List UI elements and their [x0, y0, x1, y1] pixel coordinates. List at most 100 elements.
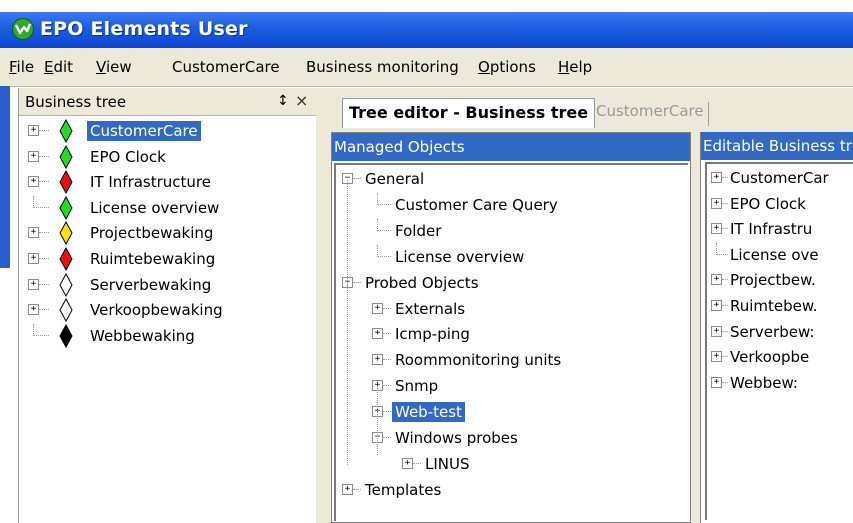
title-bar: EPO Elements User: [0, 12, 853, 48]
editable-tree-item[interactable]: License ove: [707, 242, 853, 269]
editable-tree-item[interactable]: + Projectbew.: [707, 268, 853, 294]
business-tree-item[interactable]: + Projectbewaking: [19, 221, 317, 247]
expand-icon[interactable]: +: [28, 227, 39, 239]
tab-customercare[interactable]: CustomerCare: [592, 102, 709, 126]
menu-customercare[interactable]: CustomerCare: [172, 58, 280, 76]
business-tree-item[interactable]: + Verkoopbewaking: [19, 298, 317, 324]
editable-tree-item[interactable]: + CustomerCar: [707, 166, 853, 192]
business-tree-item[interactable]: + IT Infrastructure: [19, 170, 317, 196]
business-tree-item[interactable]: + Ruimtebewaking: [19, 246, 317, 273]
tree-connector: [353, 488, 361, 490]
managed-object-item[interactable]: + Icmp-ping: [336, 322, 688, 348]
tree-connector: [347, 180, 348, 285]
managed-object-label: Folder: [395, 221, 442, 240]
expand-icon[interactable]: +: [342, 483, 353, 495]
pin-icon[interactable]: ↕: [277, 93, 289, 109]
pane-splitter[interactable]: [316, 88, 330, 523]
status-green-icon: [59, 195, 73, 220]
business-tree-item[interactable]: Webbewaking: [19, 323, 317, 350]
editable-business-tree: + CustomerCar + EPO Clock + IT Infrastru Licen…: [705, 162, 853, 520]
managed-object-item[interactable]: − Windows probes: [336, 426, 688, 452]
tree-connector: [353, 281, 361, 283]
close-icon[interactable]: ×: [295, 91, 308, 110]
tab-tree-editor[interactable]: Tree editor - Business tree: [342, 98, 596, 128]
editable-tree-item[interactable]: + EPO Clock: [707, 192, 853, 218]
status-black-icon: [59, 323, 73, 348]
editable-tree-item[interactable]: + Ruimtebew.: [707, 294, 853, 320]
business-tree-item-label: Serverbewaking: [90, 275, 212, 294]
menu-edit[interactable]: Edit: [44, 58, 73, 76]
tree-connector: [383, 411, 391, 413]
expand-icon[interactable]: +: [711, 300, 722, 311]
expand-icon[interactable]: +: [711, 325, 722, 337]
expand-icon[interactable]: +: [711, 223, 722, 235]
tree-connector: [383, 307, 391, 309]
status-diamond-shape: [59, 118, 73, 144]
managed-object-item[interactable]: + Roommonitoring units: [336, 348, 688, 374]
editable-tree-item[interactable]: + IT Infrastru: [707, 217, 853, 243]
managed-object-item[interactable]: + Templates: [336, 478, 688, 504]
expand-icon[interactable]: +: [711, 274, 722, 286]
expand-icon[interactable]: +: [28, 125, 39, 136]
managed-object-item[interactable]: Customer Care Query: [336, 192, 688, 219]
menu-label-rest: elp: [569, 58, 593, 76]
expand-icon[interactable]: +: [711, 197, 722, 209]
expand-icon[interactable]: +: [711, 172, 722, 183]
expand-icon[interactable]: +: [28, 304, 39, 316]
managed-object-item[interactable]: + LINUS: [336, 452, 688, 478]
menu-help[interactable]: Help: [558, 58, 592, 76]
status-white-icon: [59, 298, 73, 323]
managed-object-item[interactable]: + Web-test: [336, 400, 688, 426]
editable-tree-item-label: Webbew:: [730, 373, 798, 392]
expand-icon[interactable]: +: [402, 457, 413, 469]
expand-icon[interactable]: +: [372, 354, 383, 366]
editable-tree-title: Editable Business tr: [703, 137, 852, 155]
editable-tree-item[interactable]: + Webbew:: [707, 371, 853, 397]
managed-object-label: Icmp-ping: [395, 325, 470, 344]
editable-tree-item[interactable]: + Serverbew:: [707, 320, 853, 346]
expand-icon[interactable]: +: [28, 253, 39, 264]
managed-object-item[interactable]: − Probed Objects: [336, 271, 688, 297]
business-tree-item[interactable]: + EPO Clock: [19, 144, 317, 171]
editable-tree-item-label: License ove: [730, 245, 819, 264]
expand-icon[interactable]: +: [372, 302, 383, 314]
managed-object-item[interactable]: + Snmp: [336, 374, 688, 400]
status-diamond-shape: [59, 195, 73, 220]
status-white-icon: [59, 272, 73, 297]
managed-object-item[interactable]: − General: [336, 167, 688, 193]
editable-business-tree-panel: Editable Business tr + CustomerCar + EPO Cl…: [700, 132, 853, 523]
menu-file[interactable]: File: [9, 58, 34, 76]
business-tree-item[interactable]: + CustomerCare: [19, 118, 317, 145]
tab-tree-editor-label: Tree editor - Business tree: [349, 103, 589, 122]
menu-business-monitoring[interactable]: Business monitoring: [306, 58, 459, 76]
managed-object-label: Externals: [395, 299, 466, 318]
expand-icon[interactable]: +: [28, 176, 39, 188]
business-tree-item[interactable]: + Serverbewaking: [19, 272, 317, 299]
menu-view[interactable]: View: [96, 58, 132, 76]
managed-object-label: License overview: [395, 247, 525, 266]
status-green-icon: [59, 144, 73, 169]
tree-connector: [377, 203, 391, 205]
editable-tree-item[interactable]: + Verkoopbe: [707, 345, 853, 371]
status-red-icon: [59, 246, 73, 272]
window-frame-edge: [0, 86, 10, 268]
expand-icon[interactable]: +: [711, 351, 722, 363]
tree-connector: [377, 255, 391, 257]
tree-connector: [33, 206, 49, 208]
tree-connector: [33, 334, 49, 336]
managed-object-item[interactable]: + Externals: [336, 297, 688, 323]
expand-icon[interactable]: +: [28, 150, 39, 162]
expand-icon[interactable]: +: [372, 328, 383, 340]
tree-connector: [383, 385, 391, 387]
tree-connector: [377, 229, 391, 231]
managed-object-item[interactable]: License overview: [336, 244, 688, 271]
menu-options[interactable]: Options: [478, 58, 536, 76]
business-tree-item-label: CustomerCare: [87, 121, 201, 141]
expand-icon[interactable]: +: [711, 376, 722, 388]
business-tree-item-label: Projectbewaking: [90, 224, 214, 243]
business-tree-item[interactable]: License overview: [19, 195, 317, 222]
managed-object-item[interactable]: Folder: [336, 218, 688, 245]
editable-tree-header: Editable Business tr: [701, 132, 853, 160]
tree-connector: [39, 155, 49, 157]
expand-icon[interactable]: +: [28, 278, 39, 290]
